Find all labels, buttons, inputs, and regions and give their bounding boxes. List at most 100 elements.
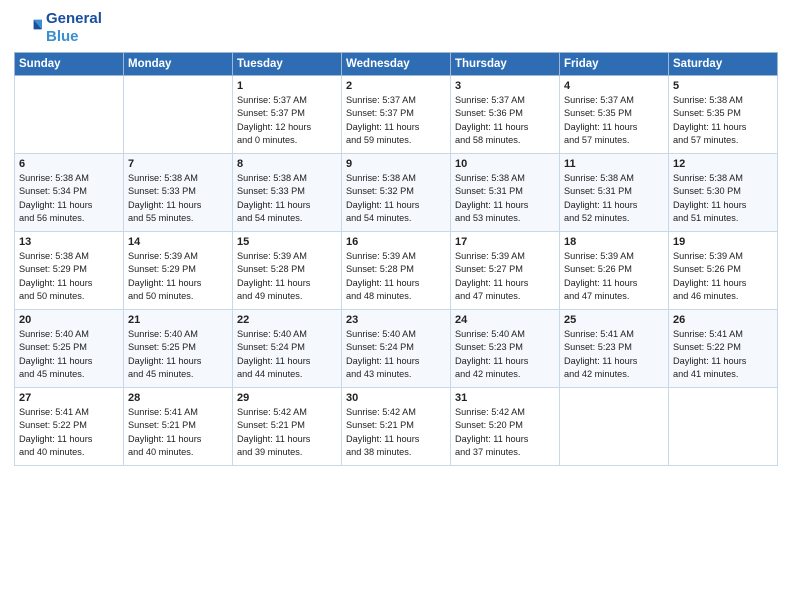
day-info: Sunrise: 5:38 AMSunset: 5:29 PMDaylight:…	[19, 250, 119, 303]
col-header-monday: Monday	[124, 53, 233, 76]
day-number: 26	[673, 314, 773, 326]
calendar-cell: 3 Sunrise: 5:37 AMSunset: 5:36 PMDaylight…	[451, 76, 560, 154]
day-info: Sunrise: 5:38 AMSunset: 5:35 PMDaylight:…	[673, 94, 773, 147]
calendar-table: SundayMondayTuesdayWednesdayThursdayFrid…	[14, 52, 778, 466]
calendar-cell: 17 Sunrise: 5:39 AMSunset: 5:27 PMDayligh…	[451, 232, 560, 310]
day-number: 2	[346, 80, 446, 92]
calendar-cell: 22 Sunrise: 5:40 AMSunset: 5:24 PMDayligh…	[233, 310, 342, 388]
calendar-cell: 29 Sunrise: 5:42 AMSunset: 5:21 PMDayligh…	[233, 388, 342, 466]
calendar-cell: 2 Sunrise: 5:37 AMSunset: 5:37 PMDaylight…	[342, 76, 451, 154]
day-number: 8	[237, 158, 337, 170]
day-number: 23	[346, 314, 446, 326]
col-header-saturday: Saturday	[669, 53, 778, 76]
day-number: 7	[128, 158, 228, 170]
calendar-cell: 13 Sunrise: 5:38 AMSunset: 5:29 PMDayligh…	[15, 232, 124, 310]
calendar-week-4: 20 Sunrise: 5:40 AMSunset: 5:25 PMDayligh…	[15, 310, 778, 388]
day-info: Sunrise: 5:41 AMSunset: 5:23 PMDaylight:…	[564, 328, 664, 381]
day-number: 13	[19, 236, 119, 248]
calendar-week-3: 13 Sunrise: 5:38 AMSunset: 5:29 PMDayligh…	[15, 232, 778, 310]
calendar-cell	[669, 388, 778, 466]
day-info: Sunrise: 5:42 AMSunset: 5:20 PMDaylight:…	[455, 406, 555, 459]
day-number: 15	[237, 236, 337, 248]
calendar-cell: 15Sunrise: 5:39 AMSunset: 5:28 PMDayligh…	[233, 232, 342, 310]
calendar-cell: 8 Sunrise: 5:38 AMSunset: 5:33 PMDaylight…	[233, 154, 342, 232]
logo-text: General Blue	[46, 10, 102, 46]
day-info: Sunrise: 5:38 AMSunset: 5:33 PMDaylight:…	[237, 172, 337, 225]
calendar-cell: 28 Sunrise: 5:41 AMSunset: 5:21 PMDayligh…	[124, 388, 233, 466]
calendar-cell: 14 Sunrise: 5:39 AMSunset: 5:29 PMDayligh…	[124, 232, 233, 310]
day-number: 12	[673, 158, 773, 170]
day-info: Sunrise: 5:41 AMSunset: 5:22 PMDaylight:…	[673, 328, 773, 381]
day-info: Sunrise: 5:38 AMSunset: 5:32 PMDaylight:…	[346, 172, 446, 225]
day-info: Sunrise: 5:38 AMSunset: 5:33 PMDaylight:…	[128, 172, 228, 225]
day-number: 11	[564, 158, 664, 170]
calendar-cell: 4 Sunrise: 5:37 AMSunset: 5:35 PMDaylight…	[560, 76, 669, 154]
day-number: 22	[237, 314, 337, 326]
calendar-cell: 25 Sunrise: 5:41 AMSunset: 5:23 PMDayligh…	[560, 310, 669, 388]
day-number: 17	[455, 236, 555, 248]
day-info: Sunrise: 5:40 AMSunset: 5:24 PMDaylight:…	[237, 328, 337, 381]
day-number: 6	[19, 158, 119, 170]
calendar-header: SundayMondayTuesdayWednesdayThursdayFrid…	[15, 53, 778, 76]
day-info: Sunrise: 5:37 AMSunset: 5:37 PMDaylight:…	[346, 94, 446, 147]
day-info: Sunrise: 5:38 AMSunset: 5:34 PMDaylight:…	[19, 172, 119, 225]
calendar-cell: 27 Sunrise: 5:41 AMSunset: 5:22 PMDayligh…	[15, 388, 124, 466]
day-number: 25	[564, 314, 664, 326]
day-info: Sunrise: 5:37 AMSunset: 5:35 PMDaylight:…	[564, 94, 664, 147]
day-number: 5	[673, 80, 773, 92]
calendar-week-2: 6 Sunrise: 5:38 AMSunset: 5:34 PMDaylight…	[15, 154, 778, 232]
day-number: 20	[19, 314, 119, 326]
day-info: Sunrise: 5:40 AMSunset: 5:25 PMDaylight:…	[128, 328, 228, 381]
day-number: 16	[346, 236, 446, 248]
day-info: Sunrise: 5:42 AMSunset: 5:21 PMDaylight:…	[346, 406, 446, 459]
day-info: Sunrise: 5:41 AMSunset: 5:22 PMDaylight:…	[19, 406, 119, 459]
day-info: Sunrise: 5:37 AMSunset: 5:36 PMDaylight:…	[455, 94, 555, 147]
day-number: 28	[128, 392, 228, 404]
calendar-cell: 24 Sunrise: 5:40 AMSunset: 5:23 PMDayligh…	[451, 310, 560, 388]
day-info: Sunrise: 5:39 AMSunset: 5:26 PMDaylight:…	[673, 250, 773, 303]
calendar-cell: 7 Sunrise: 5:38 AMSunset: 5:33 PMDaylight…	[124, 154, 233, 232]
col-header-tuesday: Tuesday	[233, 53, 342, 76]
day-info: Sunrise: 5:39 AMSunset: 5:29 PMDaylight:…	[128, 250, 228, 303]
day-info: Sunrise: 5:37 AMSunset: 5:37 PMDaylight:…	[237, 94, 337, 147]
calendar-cell: 23 Sunrise: 5:40 AMSunset: 5:24 PMDayligh…	[342, 310, 451, 388]
day-number: 21	[128, 314, 228, 326]
day-number: 27	[19, 392, 119, 404]
day-number: 3	[455, 80, 555, 92]
day-number: 4	[564, 80, 664, 92]
day-info: Sunrise: 5:40 AMSunset: 5:24 PMDaylight:…	[346, 328, 446, 381]
calendar-week-5: 27 Sunrise: 5:41 AMSunset: 5:22 PMDayligh…	[15, 388, 778, 466]
day-info: Sunrise: 5:39 AMSunset: 5:27 PMDaylight:…	[455, 250, 555, 303]
calendar-cell: 5 Sunrise: 5:38 AMSunset: 5:35 PMDaylight…	[669, 76, 778, 154]
day-number: 31	[455, 392, 555, 404]
calendar-cell: 16 Sunrise: 5:39 AMSunset: 5:28 PMDayligh…	[342, 232, 451, 310]
calendar-cell: 30 Sunrise: 5:42 AMSunset: 5:21 PMDayligh…	[342, 388, 451, 466]
calendar-cell: 1 Sunrise: 5:37 AMSunset: 5:37 PMDaylight…	[233, 76, 342, 154]
day-info: Sunrise: 5:42 AMSunset: 5:21 PMDaylight:…	[237, 406, 337, 459]
day-number: 29	[237, 392, 337, 404]
day-number: 9	[346, 158, 446, 170]
calendar-cell: 6 Sunrise: 5:38 AMSunset: 5:34 PMDaylight…	[15, 154, 124, 232]
logo: General Blue	[14, 10, 102, 46]
day-info: Sunrise: 5:39 AMSunset: 5:28 PMDaylight:…	[346, 250, 446, 303]
calendar-cell: 9 Sunrise: 5:38 AMSunset: 5:32 PMDaylight…	[342, 154, 451, 232]
calendar-cell: 31 Sunrise: 5:42 AMSunset: 5:20 PMDayligh…	[451, 388, 560, 466]
calendar-cell: 11 Sunrise: 5:38 AMSunset: 5:31 PMDayligh…	[560, 154, 669, 232]
calendar-cell: 19Sunrise: 5:39 AMSunset: 5:26 PMDayligh…	[669, 232, 778, 310]
day-number: 1	[237, 80, 337, 92]
calendar-cell	[560, 388, 669, 466]
col-header-sunday: Sunday	[15, 53, 124, 76]
day-number: 24	[455, 314, 555, 326]
calendar-cell	[15, 76, 124, 154]
day-number: 14	[128, 236, 228, 248]
day-info: Sunrise: 5:41 AMSunset: 5:21 PMDaylight:…	[128, 406, 228, 459]
day-number: 30	[346, 392, 446, 404]
day-info: Sunrise: 5:40 AMSunset: 5:23 PMDaylight:…	[455, 328, 555, 381]
day-info: Sunrise: 5:38 AMSunset: 5:31 PMDaylight:…	[564, 172, 664, 225]
page-header: General Blue	[14, 10, 778, 46]
day-info: Sunrise: 5:39 AMSunset: 5:26 PMDaylight:…	[564, 250, 664, 303]
calendar-cell: 21 Sunrise: 5:40 AMSunset: 5:25 PMDayligh…	[124, 310, 233, 388]
calendar-cell: 18 Sunrise: 5:39 AMSunset: 5:26 PMDayligh…	[560, 232, 669, 310]
day-number: 18	[564, 236, 664, 248]
logo-icon	[14, 14, 42, 42]
